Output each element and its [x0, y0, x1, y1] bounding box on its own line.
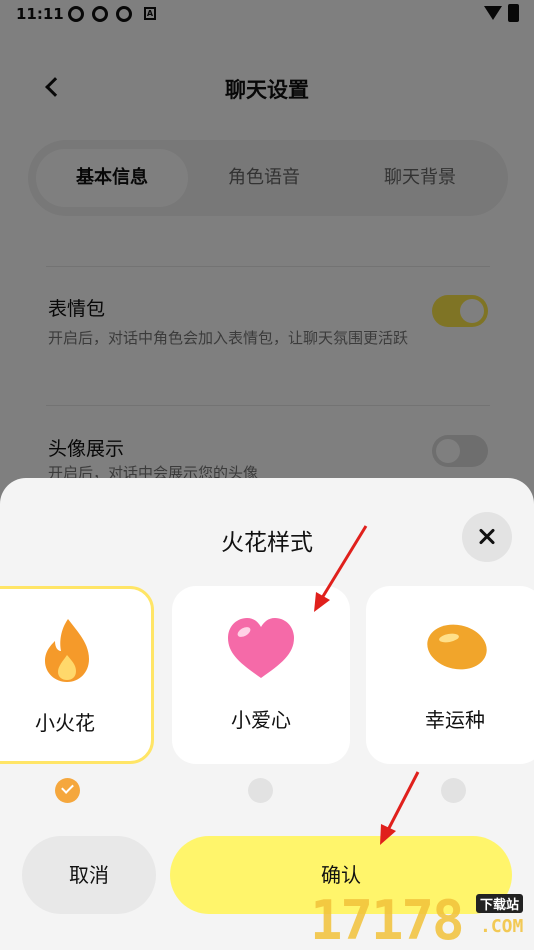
flame-icon: [45, 619, 89, 682]
option-label: 小火花: [35, 711, 95, 735]
heart-icon: [228, 618, 294, 678]
watermark-tag: 下载站: [476, 894, 524, 913]
close-button[interactable]: [462, 512, 512, 562]
site-watermark: 17178 下载站 .COM: [310, 892, 534, 950]
radio-lucky-seed[interactable]: [441, 778, 466, 803]
cancel-button[interactable]: 取消: [22, 836, 156, 914]
option-heart[interactable]: 小爱心: [172, 586, 350, 764]
watermark-number: 17178: [310, 889, 465, 950]
option-flame[interactable]: 小火花: [0, 586, 154, 764]
radio-flame[interactable]: [55, 778, 80, 803]
option-label: 小爱心: [231, 708, 291, 732]
spark-style-sheet: 火花样式 小火花 小爱心 幸运种 取消 确认: [0, 478, 534, 950]
seed-icon: [427, 624, 487, 670]
radio-heart[interactable]: [248, 778, 273, 803]
watermark-domain: .COM: [480, 916, 524, 937]
option-lucky-seed[interactable]: 幸运种: [366, 586, 534, 764]
option-label: 幸运种: [425, 708, 485, 732]
sheet-title: 火花样式: [221, 530, 313, 556]
